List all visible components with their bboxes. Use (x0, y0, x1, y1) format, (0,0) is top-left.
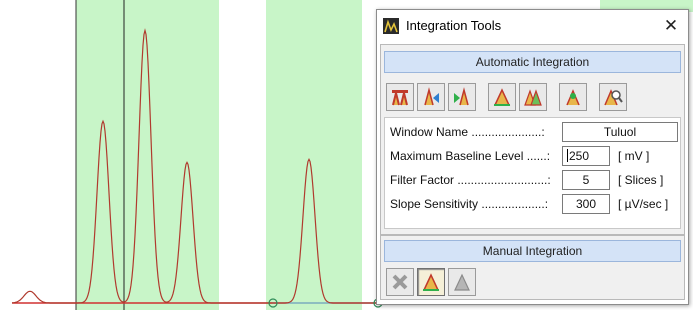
automatic-integration-header: Automatic Integration (384, 51, 681, 73)
max-baseline-field[interactable]: 250 (562, 146, 610, 166)
app-icon (383, 18, 399, 34)
integrate-all-icon (392, 90, 408, 106)
manual-baseline-button[interactable] (448, 268, 476, 296)
delete-icon (392, 274, 408, 290)
peak-detect-icon (566, 89, 580, 106)
max-baseline-label: Maximum Baseline Level ......: (390, 149, 551, 163)
max-baseline-value: 250 (569, 149, 590, 163)
manual-toolbar (386, 266, 476, 298)
next-peak-button[interactable] (448, 83, 476, 111)
window-name-field[interactable]: Tuluol (562, 122, 678, 142)
manual-peak-button[interactable] (417, 268, 445, 296)
filter-factor-label: Filter Factor ..........................… (390, 173, 551, 187)
title-bar[interactable]: Integration Tools ✕ (377, 10, 688, 42)
peak-shape-button[interactable] (488, 83, 516, 111)
slope-sensitivity-field[interactable]: 300 (562, 194, 610, 214)
peak-search-icon (604, 89, 623, 106)
manual-integration-panel: Manual Integration (380, 235, 685, 300)
filter-factor-field[interactable]: 5 (562, 170, 610, 190)
peak-shape-icon (493, 88, 511, 106)
slope-sensitivity-label: Slope Sensitivity ...................: (390, 197, 549, 211)
prev-peak-icon (424, 87, 439, 106)
multi-peak-icon (524, 89, 542, 106)
automatic-integration-panel: Automatic Integration Window Name ......… (380, 44, 685, 235)
text-cursor (567, 149, 568, 162)
delete-button[interactable] (386, 268, 414, 296)
integration-tools-dialog: Integration Tools ✕ Automatic Integratio… (376, 9, 689, 305)
filter-factor-unit: [ Slices ] (618, 173, 664, 187)
peak-search-button[interactable] (599, 83, 627, 111)
integration-window-2 (266, 0, 362, 310)
automatic-toolbar (386, 81, 627, 113)
integrate-all-button[interactable] (386, 83, 414, 111)
manual-baseline-icon (454, 273, 470, 291)
previous-peak-button[interactable] (417, 83, 445, 111)
window-title: Integration Tools (406, 18, 502, 33)
parameters-box: Window Name .....................: Tuluo… (384, 117, 681, 229)
close-button[interactable]: ✕ (660, 15, 682, 37)
slope-sensitivity-unit: [ µV/sec ] (618, 197, 669, 211)
max-baseline-unit: [ mV ] (618, 149, 650, 163)
peak-detect-button[interactable] (559, 83, 587, 111)
window-name-label: Window Name .....................: (390, 125, 545, 139)
manual-integration-header: Manual Integration (384, 240, 681, 262)
multi-peak-button[interactable] (519, 83, 547, 111)
next-peak-icon (454, 87, 469, 106)
manual-peak-icon (422, 273, 440, 291)
